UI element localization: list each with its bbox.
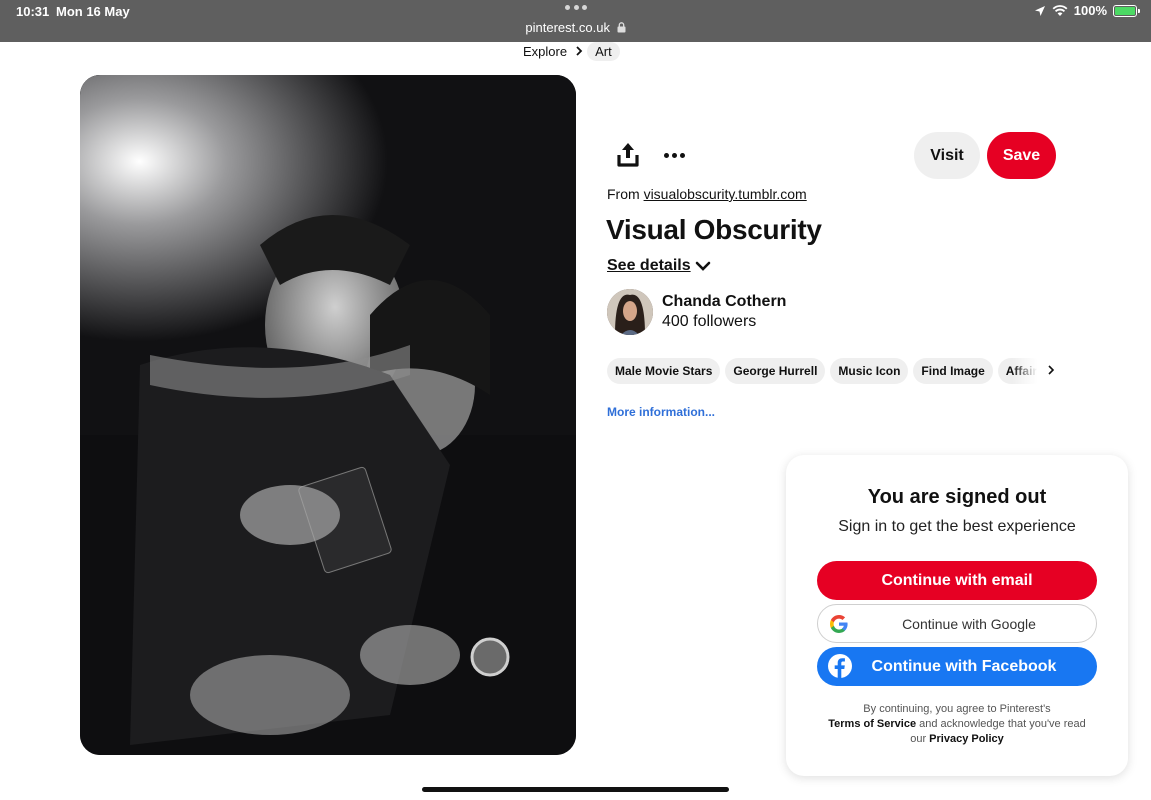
facebook-button-label: Continue with Facebook — [871, 657, 1057, 675]
breadcrumb: Explore Art — [515, 41, 620, 61]
wifi-icon — [1052, 4, 1068, 16]
lock-icon — [617, 22, 626, 33]
tag-list-fade — [1012, 358, 1048, 384]
breadcrumb-art[interactable]: Art — [587, 41, 620, 61]
more-options-button[interactable] — [660, 139, 688, 171]
status-bar: 10:31 Mon 16 May pinterest.co.uk 100% — [0, 0, 1151, 42]
from-prefix: From — [607, 186, 640, 202]
source-link[interactable]: visualobscurity.tumblr.com — [644, 186, 807, 202]
save-button[interactable]: Save — [987, 132, 1056, 179]
battery-icon — [1113, 4, 1140, 17]
continue-with-google-button[interactable]: Continue with Google — [817, 604, 1097, 643]
status-time: 10:31 — [16, 4, 50, 19]
facebook-icon — [828, 654, 852, 678]
author-followers: 400 followers — [662, 313, 757, 330]
url-text: pinterest.co.uk — [525, 20, 610, 35]
more-information-link[interactable]: More information... — [607, 405, 715, 419]
breadcrumb-explore[interactable]: Explore — [515, 44, 575, 59]
tag-list: Male Movie Stars George Hurrell Music Ic… — [607, 358, 1047, 384]
tags-scroll-right-button[interactable] — [1045, 362, 1057, 378]
address-bar[interactable]: pinterest.co.uk — [0, 20, 1151, 35]
google-button-label: Continue with Google — [902, 615, 1036, 632]
author-avatar[interactable] — [607, 289, 653, 335]
tag-chip[interactable]: Find Image — [913, 358, 993, 384]
share-button[interactable] — [612, 139, 644, 171]
legal-text-1: By continuing, you agree to Pinterest's — [863, 703, 1051, 715]
google-icon — [830, 615, 848, 633]
more-icon — [663, 152, 669, 158]
chevron-right-icon — [1048, 365, 1055, 375]
signed-out-card: You are signed out Sign in to get the be… — [786, 455, 1128, 776]
share-icon — [617, 143, 639, 167]
see-details-toggle[interactable]: See details — [607, 257, 711, 275]
avatar-image — [607, 289, 653, 335]
chevron-down-icon — [695, 261, 710, 271]
home-indicator[interactable] — [422, 787, 729, 792]
author-name[interactable]: Chanda Cothern — [662, 293, 786, 311]
terms-of-service-link[interactable]: Terms of Service — [828, 718, 916, 730]
pin-image[interactable] — [80, 75, 576, 755]
multitasking-dots-icon[interactable] — [565, 5, 587, 10]
privacy-policy-link[interactable]: Privacy Policy — [929, 733, 1004, 745]
tag-chip[interactable]: George Hurrell — [725, 358, 826, 384]
status-indicators: 100% — [1034, 3, 1140, 18]
continue-with-email-button[interactable]: Continue with email — [817, 561, 1097, 600]
signed-out-subtitle: Sign in to get the best experience — [838, 518, 1076, 535]
tag-chip[interactable]: Male Movie Stars — [607, 358, 721, 384]
legal-notice: By continuing, you agree to Pinterest's … — [806, 702, 1108, 747]
chevron-right-icon — [576, 46, 583, 56]
legal-text-3: our — [910, 733, 927, 745]
see-details-label: See details — [607, 257, 691, 274]
pin-photo-illustration — [80, 75, 576, 755]
signed-out-title: You are signed out — [867, 486, 1047, 508]
tag-chip[interactable]: Music Icon — [830, 358, 909, 384]
battery-percent: 100% — [1073, 3, 1107, 18]
location-arrow-icon — [1034, 5, 1045, 16]
status-date: Mon 16 May — [56, 4, 130, 19]
visit-button[interactable]: Visit — [914, 132, 980, 179]
continue-with-facebook-button[interactable]: Continue with Facebook — [817, 647, 1097, 686]
pin-source: From visualobscurity.tumblr.com — [607, 186, 807, 202]
legal-text-2: and acknowledge that you've read — [919, 718, 1086, 730]
pin-title: Visual Obscurity — [606, 214, 822, 245]
